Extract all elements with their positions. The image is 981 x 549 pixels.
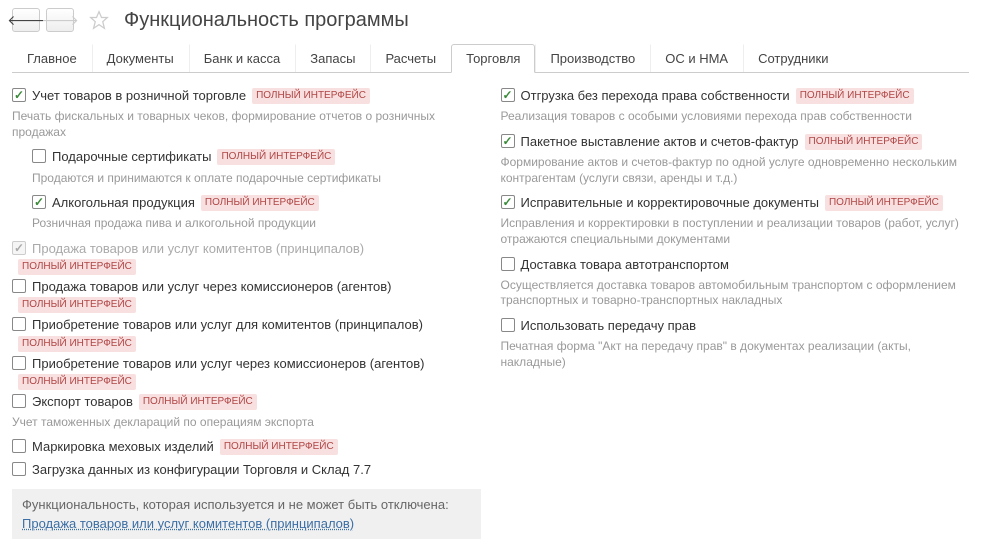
tab-bank[interactable]: Банк и касса [189,44,296,72]
infobox-title: Функциональность, которая используется и… [22,497,471,512]
badge-full: ПОЛНЫЙ ИНТЕРФЕЙС [252,88,370,104]
desc-rights: Печатная форма "Акт на передачу прав" в … [501,339,970,370]
tab-main[interactable]: Главное [12,44,92,72]
page-title: Функциональность программы [124,9,409,32]
badge-full: ПОЛНЫЙ ИНТЕРФЕЙС [201,195,319,211]
desc-batch: Формирование актов и счетов-фактур по од… [501,155,970,186]
cb-principals [12,241,26,255]
desc-delivery: Осуществляется доставка товаров автомоби… [501,278,970,309]
lbl-ship: Отгрузка без перехода права собственност… [521,87,790,105]
right-column: Отгрузка без перехода права собственност… [501,83,970,539]
cb-delivery[interactable] [501,257,515,271]
badge-full: ПОЛНЫЙ ИНТЕРФЕЙС [18,374,136,390]
locked-infobox: Функциональность, которая используется и… [12,489,481,539]
lbl-principals: Продажа товаров или услуг комитентов (пр… [32,240,364,258]
cb-agents[interactable] [12,279,26,293]
desc-alco: Розничная продажа пива и алкогольной про… [32,216,481,232]
desc-correct: Исправления и корректировки в поступлени… [501,216,970,247]
lbl-gift: Подарочные сертификаты [52,148,211,166]
infobox-link[interactable]: Продажа товаров или услуг комитентов (пр… [22,516,354,531]
lbl-export: Экспорт товаров [32,393,133,411]
cb-rights[interactable] [501,318,515,332]
lbl-delivery: Доставка товара автотранспортом [521,256,729,274]
desc-gift: Продаются и принимаются к оплате подароч… [32,171,481,187]
badge-full: ПОЛНЫЙ ИНТЕРФЕЙС [805,134,923,150]
desc-retail: Печать фискальных и товарных чеков, форм… [12,109,481,140]
lbl-rights: Использовать передачу прав [521,317,697,335]
cb-fur[interactable] [12,439,26,453]
lbl-import77: Загрузка данных из конфигурации Торговля… [32,461,371,479]
tab-payments[interactable]: Расчеты [370,44,451,72]
lbl-retail: Учет товаров в розничной торговле [32,87,246,105]
badge-full: ПОЛНЫЙ ИНТЕРФЕЙС [18,336,136,352]
tab-employees[interactable]: Сотрудники [743,44,843,72]
lbl-alco: Алкогольная продукция [52,194,195,212]
badge-full: ПОЛНЫЙ ИНТЕРФЕЙС [18,259,136,275]
back-button[interactable]: 🡐 [12,8,40,32]
cb-gift[interactable] [32,149,46,163]
cb-buy-agents[interactable] [12,356,26,370]
lbl-fur: Маркировка меховых изделий [32,438,214,456]
tab-assets[interactable]: ОС и НМА [650,44,743,72]
cb-retail[interactable] [12,88,26,102]
badge-full: ПОЛНЫЙ ИНТЕРФЕЙС [139,394,257,410]
cb-alco[interactable] [32,195,46,209]
tabs-bar: Главное Документы Банк и касса Запасы Ра… [12,44,969,73]
cb-export[interactable] [12,394,26,408]
lbl-buy-principals: Приобретение товаров или услуг для комит… [32,316,423,334]
cb-import77[interactable] [12,462,26,476]
lbl-buy-agents: Приобретение товаров или услуг через ком… [32,355,424,373]
favorite-icon[interactable] [88,9,110,31]
cb-buy-principals[interactable] [12,317,26,331]
badge-full: ПОЛНЫЙ ИНТЕРФЕЙС [220,439,338,455]
badge-full: ПОЛНЫЙ ИНТЕРФЕЙС [217,149,335,165]
lbl-agents: Продажа товаров или услуг через комиссио… [32,278,391,296]
badge-full: ПОЛНЫЙ ИНТЕРФЕЙС [18,297,136,313]
cb-correct[interactable] [501,195,515,209]
forward-button[interactable]: 🡒 [46,8,74,32]
tab-stock[interactable]: Запасы [295,44,370,72]
desc-ship: Реализация товаров с особыми условиями п… [501,109,970,125]
cb-ship[interactable] [501,88,515,102]
lbl-batch: Пакетное выставление актов и счетов-факт… [521,133,799,151]
tab-documents[interactable]: Документы [92,44,189,72]
tab-production[interactable]: Производство [535,44,650,72]
lbl-correct: Исправительные и корректировочные докуме… [521,194,819,212]
cb-batch[interactable] [501,134,515,148]
desc-export: Учет таможенных деклараций по операциям … [12,415,481,431]
tab-trade[interactable]: Торговля [451,44,535,73]
badge-full: ПОЛНЫЙ ИНТЕРФЕЙС [825,195,943,211]
badge-full: ПОЛНЫЙ ИНТЕРФЕЙС [796,88,914,104]
left-column: Учет товаров в розничной торговле ПОЛНЫЙ… [12,83,481,539]
